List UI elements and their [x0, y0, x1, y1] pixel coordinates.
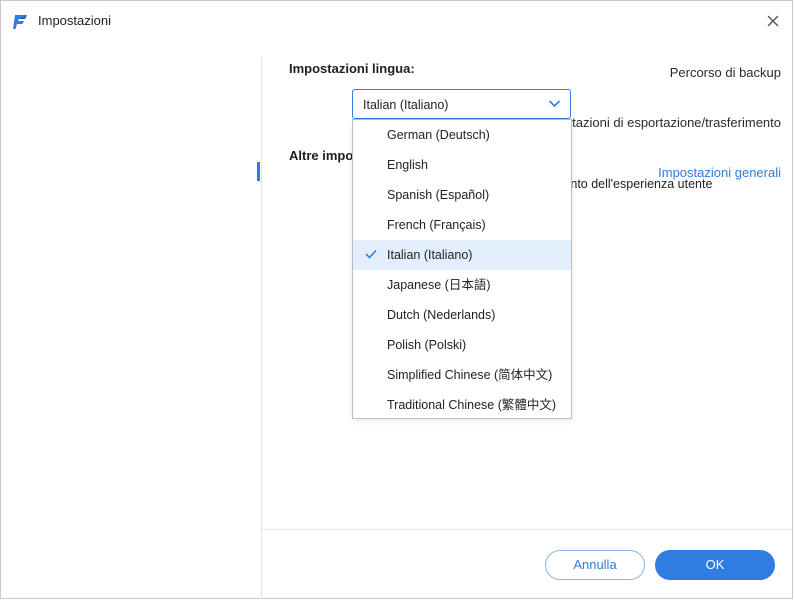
option-label: English — [387, 158, 428, 172]
language-option-french[interactable]: French (Français) — [353, 210, 571, 240]
language-select[interactable]: Italian (Italiano) — [352, 89, 571, 119]
language-option-english[interactable]: English — [353, 150, 571, 180]
window-title: Impostazioni — [38, 13, 111, 28]
check-icon — [365, 249, 377, 259]
language-option-traditional-chinese[interactable]: Traditional Chinese (繁體中文) — [353, 390, 571, 420]
option-label: German (Deutsch) — [387, 128, 490, 142]
other-settings-title: Altre impos — [289, 148, 361, 163]
language-section-title: Impostazioni lingua: — [289, 61, 415, 76]
cancel-button[interactable]: Annulla — [545, 550, 645, 580]
settings-window: Impostazioni Percorso di backup Impostaz… — [0, 0, 794, 599]
option-label: Spanish (Español) — [387, 188, 490, 202]
language-option-polish[interactable]: Polish (Polski) — [353, 330, 571, 360]
close-icon — [767, 15, 779, 27]
option-label: Polish (Polski) — [387, 338, 467, 352]
option-label: Italian (Italiano) — [387, 248, 473, 262]
sidebar-item-export-transfer[interactable]: Impostazioni di esportazione/trasferimen… — [537, 115, 781, 130]
language-option-japanese[interactable]: Japanese (日本語) — [353, 270, 571, 300]
footer-divider — [262, 529, 794, 530]
close-button[interactable] — [762, 10, 784, 32]
chevron-down-icon — [548, 100, 561, 108]
option-label: Dutch (Nederlands) — [387, 308, 496, 322]
language-option-italian[interactable]: Italian (Italiano) — [353, 240, 571, 270]
sidebar-divider — [261, 57, 262, 599]
sidebar — [1, 41, 261, 599]
sidebar-item-backup-path[interactable]: Percorso di backup — [670, 65, 781, 80]
language-dropdown-menu: German (Deutsch) English Spanish (Españo… — [352, 119, 572, 419]
option-label: French (Français) — [387, 218, 486, 232]
user-experience-text: mento dell'esperienza utente — [553, 177, 713, 191]
active-nav-indicator — [257, 162, 260, 181]
ok-button[interactable]: OK — [655, 550, 775, 580]
language-option-dutch[interactable]: Dutch (Nederlands) — [353, 300, 571, 330]
option-label: Japanese (日本語) — [387, 278, 491, 292]
language-option-spanish[interactable]: Spanish (Español) — [353, 180, 571, 210]
option-label: Simplified Chinese (简体中文) — [387, 368, 553, 382]
language-option-german[interactable]: German (Deutsch) — [353, 120, 571, 150]
language-select-value: Italian (Italiano) — [363, 98, 449, 112]
option-label: Traditional Chinese (繁體中文) — [387, 398, 557, 412]
language-option-simplified-chinese[interactable]: Simplified Chinese (简体中文) — [353, 360, 571, 390]
title-bar: Impostazioni — [1, 1, 792, 41]
app-logo-icon — [13, 15, 27, 29]
